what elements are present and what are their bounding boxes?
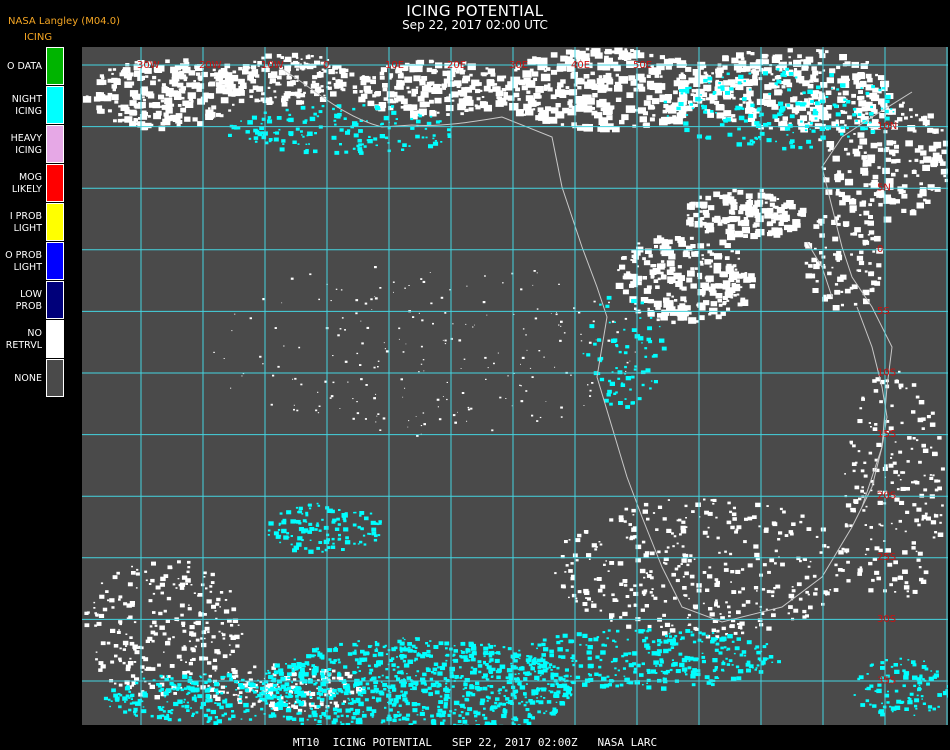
- no-retrieval-regions: [83, 47, 948, 713]
- longitude-label: 50E: [633, 60, 652, 71]
- latitude-label: 35S: [877, 675, 896, 686]
- legend-label: NIGHT ICING: [11, 93, 42, 117]
- icing-map[interactable]: 30W 20W 10W 0 10E 20E 30E 40E 50E 10N 5N 0 5S 10S 15S 2…: [82, 47, 948, 725]
- legend-swatch: [46, 242, 64, 280]
- legend-item: MOG LIKELY: [0, 164, 66, 203]
- legend-swatch: [46, 281, 64, 319]
- org-label: NASA Langley (M04.0): [8, 16, 120, 27]
- legend-swatch: [46, 359, 64, 397]
- legend-item: NONE: [0, 359, 66, 398]
- longitude-label: 40E: [571, 60, 590, 71]
- legend-item: O PROB LIGHT: [0, 242, 66, 281]
- latitude-label: 5N: [877, 183, 891, 194]
- footer-caption: MT10 ICING POTENTIAL SEP 22, 2017 02:00Z…: [292, 736, 658, 749]
- longitude-label: 30W: [137, 60, 160, 71]
- latitude-label: 25S: [877, 552, 896, 563]
- longitude-label: 10W: [261, 60, 284, 71]
- legend-label: NONE: [14, 372, 42, 384]
- legend-label: LOW PROB: [15, 288, 42, 312]
- legend-label: NO RETRVL: [5, 327, 42, 351]
- longitude-label: 10E: [385, 60, 404, 71]
- legend-label: I PROB LIGHT: [9, 210, 42, 234]
- legend-swatch: [46, 125, 64, 163]
- latitude-label: 20S: [877, 491, 896, 502]
- legend-swatch: [46, 164, 64, 202]
- legend-item: NIGHT ICING: [0, 86, 66, 125]
- latitude-label: 0: [877, 244, 883, 255]
- legend-item: HEAVY ICING: [0, 125, 66, 164]
- legend-item: NO RETRVL: [0, 320, 66, 359]
- map-canvas: 30W 20W 10W 0 10E 20E 30E 40E 50E 10N 5N 0 5S 10S 15S 2…: [82, 47, 948, 725]
- legend-label: MOG LIKELY: [11, 171, 42, 195]
- legend-label: HEAVY ICING: [10, 132, 42, 156]
- madagascar-coast: [856, 306, 888, 508]
- timestamp: Sep 22, 2017 02:00 UTC: [402, 18, 548, 32]
- latitude-label: 30S: [877, 614, 896, 625]
- longitude-label: 20W: [199, 60, 222, 71]
- legend-swatch: [46, 320, 64, 358]
- latitude-label: 5S: [877, 306, 890, 317]
- legend-swatch: [46, 203, 64, 241]
- latitude-label: 15S: [877, 429, 896, 440]
- latitude-label: 10N: [877, 121, 897, 132]
- latitude-label: 10S: [877, 367, 896, 378]
- longitude-label: 20E: [447, 60, 466, 71]
- longitude-label: 30E: [509, 60, 528, 71]
- legend-swatch: [46, 47, 64, 85]
- legend-item: I PROB LIGHT: [0, 203, 66, 242]
- legend-swatch: [46, 86, 64, 124]
- legend-item: LOW PROB: [0, 281, 66, 320]
- longitude-label: 0: [323, 60, 329, 71]
- legend-label: O PROB LIGHT: [5, 249, 42, 273]
- legend-item: O DATA: [0, 47, 66, 86]
- legend-label: O DATA: [7, 60, 42, 72]
- legend-title: ICING: [24, 32, 53, 43]
- lat-lon-grid: [82, 47, 948, 725]
